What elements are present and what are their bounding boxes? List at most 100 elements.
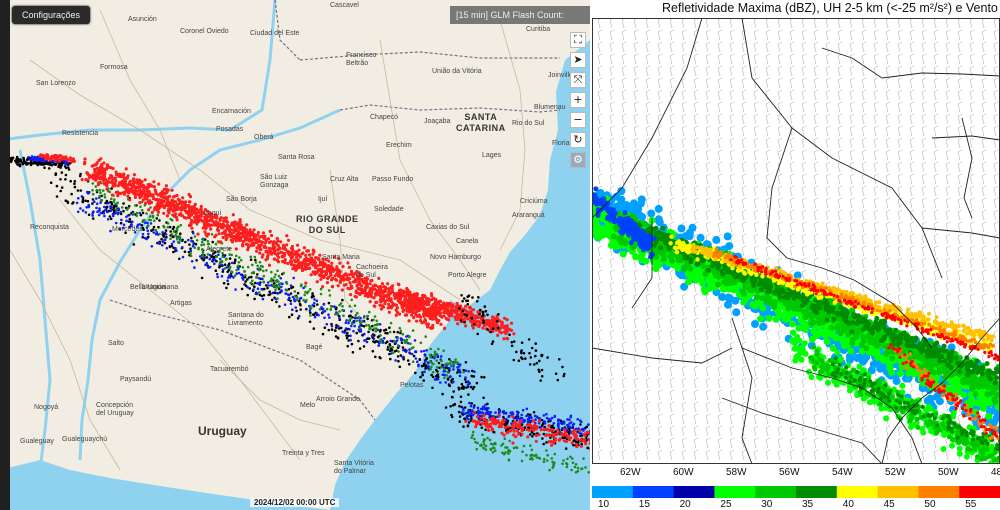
- lightning-strike: [450, 395, 454, 399]
- lightning-strike: [125, 219, 128, 223]
- lightning-strike: [580, 467, 583, 471]
- lightning-strike: [407, 296, 411, 300]
- lightning-strike: [365, 340, 369, 344]
- lightning-strike: [167, 211, 171, 215]
- lightning-strike: [530, 448, 534, 452]
- lightning-strike: [154, 205, 158, 209]
- lightning-strike: [344, 327, 348, 330]
- lightning-strike: [496, 333, 500, 337]
- lightning-strike: [154, 228, 158, 232]
- city-label: Caxias do Sul: [426, 224, 470, 231]
- lightning-strike: [225, 236, 229, 240]
- lightning-strike: [540, 375, 544, 378]
- lightning-strike: [366, 317, 369, 321]
- lightning-strike: [481, 313, 485, 317]
- lightning-strike: [258, 268, 261, 272]
- lightning-strike: [520, 432, 524, 436]
- lightning-strike: [406, 359, 410, 362]
- lightning-strike: [207, 242, 211, 246]
- lightning-strike: [472, 406, 476, 409]
- lightning-strike: [323, 316, 326, 320]
- lightning-strike: [312, 302, 316, 305]
- lightning-strike: [460, 411, 464, 415]
- lightning-strike: [150, 245, 154, 248]
- lightning-strike: [408, 362, 411, 366]
- lightning-strike: [104, 208, 107, 212]
- lightning-strike: [95, 202, 99, 206]
- refresh-icon[interactable]: ↻: [570, 132, 586, 148]
- lightning-strike: [398, 291, 402, 295]
- lightning-strike: [510, 341, 514, 344]
- lightning-strike: [170, 188, 174, 192]
- lightning-strike: [494, 323, 498, 327]
- lightning-strike: [143, 192, 147, 196]
- lightning-strike: [181, 246, 184, 249]
- lightning-strike: [416, 360, 419, 364]
- lightning-strike: [221, 235, 225, 240]
- lightning-strike: [414, 371, 417, 375]
- fit-bounds-icon[interactable]: ⤧: [570, 72, 586, 88]
- lightning-strike: [488, 417, 493, 422]
- lightning-strike: [585, 425, 589, 429]
- lightning-strike: [533, 363, 536, 366]
- locate-icon[interactable]: ➤: [570, 52, 586, 68]
- lightning-strike: [161, 240, 165, 243]
- city-label: Floria: [552, 140, 570, 147]
- lightning-strike: [525, 453, 528, 457]
- lightning-strike: [221, 255, 224, 258]
- lightning-strike: [98, 172, 102, 176]
- zoom-in-icon[interactable]: +: [570, 92, 586, 108]
- lightning-strike: [164, 233, 168, 236]
- lightning-strike: [556, 431, 560, 436]
- lightning-strike: [39, 161, 42, 164]
- lightning-strike: [482, 321, 485, 324]
- lightning-strike: [500, 322, 504, 326]
- lightning-strike: [218, 217, 222, 221]
- lightning-strike: [85, 171, 89, 175]
- lightning-strike: [97, 158, 101, 163]
- lightning-strike: [484, 428, 487, 432]
- lightning-strike: [467, 408, 471, 412]
- lightning-strike: [380, 282, 384, 286]
- lightning-strike: [241, 243, 245, 247]
- lightning-strike: [118, 181, 122, 185]
- lightning-strike: [422, 314, 426, 318]
- gear-icon[interactable]: ⚙: [570, 152, 586, 168]
- lightning-map[interactable]: [0, 0, 590, 510]
- lightning-strike: [458, 415, 462, 418]
- lightning-strike: [157, 182, 161, 186]
- lightning-strike: [255, 275, 259, 279]
- lightning-strike: [243, 226, 247, 230]
- lightning-strike: [341, 305, 344, 308]
- lightning-strike: [464, 376, 467, 379]
- lightning-strike: [557, 418, 560, 422]
- lightning-strike: [350, 310, 353, 313]
- lightning-strike: [566, 435, 571, 439]
- lightning-strike: [489, 411, 493, 414]
- lightning-strike: [375, 319, 379, 323]
- lightning-strike: [94, 163, 98, 167]
- lightning-strike: [447, 314, 451, 318]
- lightning-strike: [388, 330, 392, 334]
- zoom-out-icon[interactable]: −: [570, 112, 586, 128]
- lightning-strike: [466, 303, 470, 306]
- lightning-strike: [368, 282, 372, 286]
- lightning-strike: [447, 362, 450, 366]
- lightning-map-panel[interactable]: Asunción Cascavel Curitiba Joinville Blu…: [0, 0, 590, 510]
- lightning-strike: [99, 201, 102, 204]
- lightning-strike: [377, 344, 381, 347]
- lightning-strike: [389, 357, 392, 361]
- lightning-strike: [319, 292, 323, 296]
- lightning-strike: [250, 275, 253, 279]
- lightning-strike: [537, 419, 542, 423]
- lightning-strike: [389, 285, 393, 289]
- lightning-strike: [584, 466, 587, 469]
- lightning-strike: [371, 349, 375, 353]
- lightning-strike: [359, 330, 363, 333]
- lightning-strike: [328, 294, 332, 297]
- settings-button[interactable]: Configurações: [12, 6, 91, 24]
- lightning-strike: [334, 329, 337, 332]
- lightning-strike: [132, 173, 136, 177]
- fullscreen-icon[interactable]: ⛶: [570, 32, 586, 48]
- lightning-strike: [336, 269, 340, 273]
